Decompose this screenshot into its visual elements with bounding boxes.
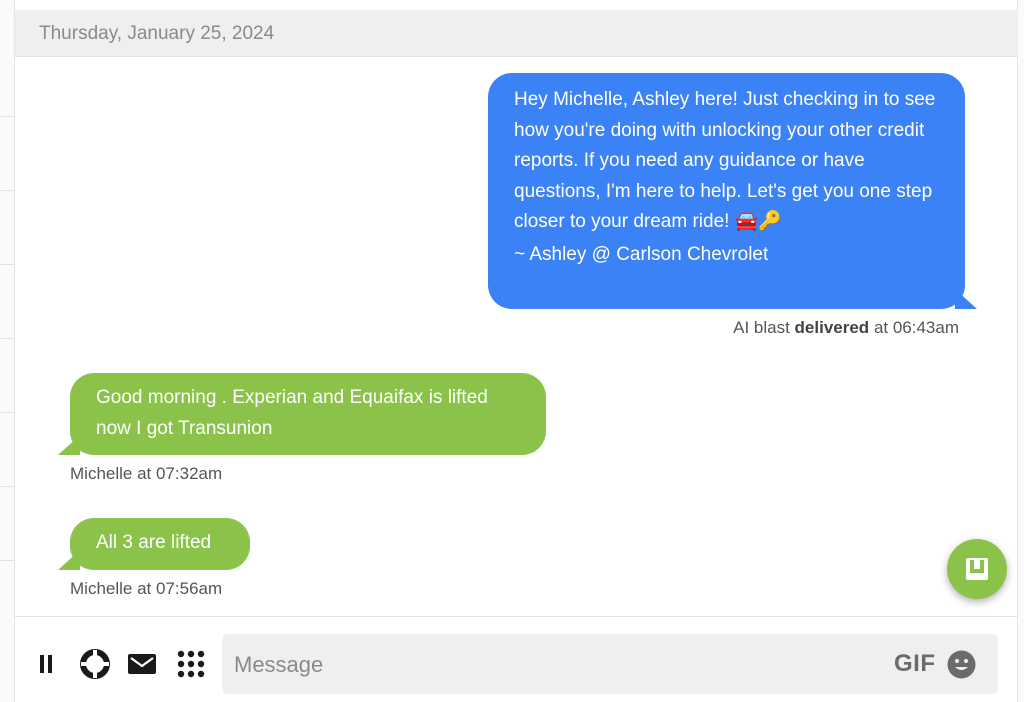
incoming-message-bubble[interactable]: Good morning . Experian and Equaifax is … [58,373,546,455]
pause-icon [40,655,52,673]
pause-button[interactable] [30,648,62,680]
message-input[interactable] [232,644,876,686]
inbox-action-button[interactable] [947,539,1007,599]
outgoing-message-meta: AI blast delivered at 06:43am [733,318,959,338]
mail-icon [128,654,156,674]
scrollbar[interactable] [1017,0,1024,702]
incoming-message-bubble[interactable]: All 3 are lifted [58,518,250,570]
emoji-icon[interactable] [947,650,976,679]
meta-time: at 06:43am [873,318,959,337]
incoming-message-text: Good morning . Experian and Equaifax is … [96,387,488,439]
left-rail [0,0,15,702]
outgoing-message-text: Hey Michelle, Ashley here! Just checking… [514,89,936,232]
email-button[interactable] [126,648,158,680]
incoming-message-meta: Michelle at 07:32am [70,464,223,483]
outgoing-message-bubble[interactable]: Hey Michelle, Ashley here! Just checking… [488,73,977,309]
templates-button[interactable] [175,648,207,680]
gif-button[interactable]: GIF [894,650,936,678]
composer-divider [15,616,1018,617]
bubble-tail [955,289,977,309]
help-button[interactable] [79,648,111,680]
bubble-tail [58,550,80,570]
date-header: Thursday, January 25, 2024 [15,10,1018,57]
conversation-window: Thursday, January 25, 2024 Hey Michelle,… [0,0,1024,702]
lifebuoy-icon [80,649,110,679]
outgoing-message-signature: ~ Ashley @ Carlson Chevrolet [514,243,769,265]
meta-prefix: AI blast [733,318,790,337]
grid-icon [177,650,205,678]
bubble-tail [58,435,80,455]
message-composer: GIF [222,634,998,694]
date-header-text: Thursday, January 25, 2024 [39,23,275,44]
delivery-status: delivered [794,318,870,337]
incoming-message-text: All 3 are lifted [96,532,212,553]
incoming-message-meta: Michelle at 07:56am [70,579,223,598]
inbox-icon [966,558,988,580]
